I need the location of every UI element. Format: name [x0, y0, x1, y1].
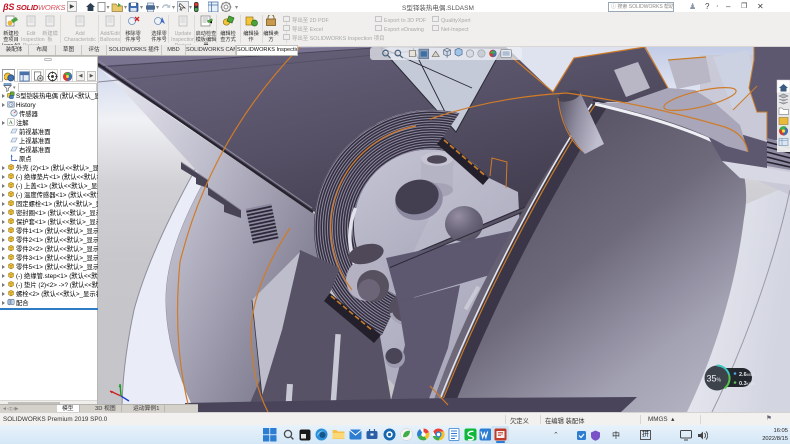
svg-text:A: A [9, 120, 13, 126]
svg-text:▾: ▾ [140, 5, 143, 11]
svg-text:▾: ▾ [156, 5, 159, 11]
svg-text:▾: ▾ [107, 5, 110, 11]
svg-text:▾: ▾ [172, 5, 175, 11]
svg-text:▾: ▾ [189, 5, 192, 11]
svg-text:▾: ▾ [235, 5, 238, 11]
svg-text:▾: ▾ [124, 5, 127, 11]
